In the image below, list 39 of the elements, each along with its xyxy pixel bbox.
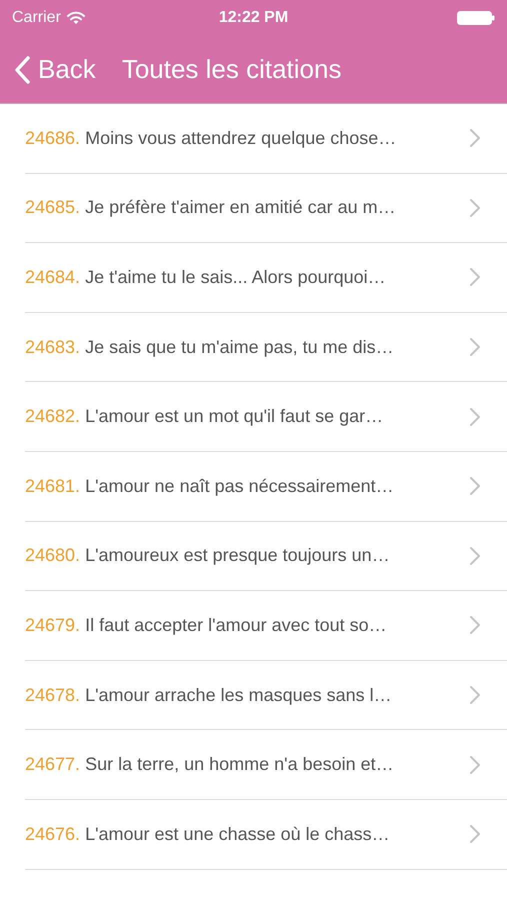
- quote-row[interactable]: 24678. L'amour arrache les masques sans l…: [25, 660, 507, 730]
- quote-row[interactable]: 24681. L'amour ne naît pas nécessairement…: [25, 452, 507, 522]
- chevron-icon: [469, 476, 481, 496]
- chevron-icon: [469, 337, 481, 358]
- chevron-icon: [469, 267, 481, 288]
- quote-row[interactable]: 24680. L'amoureux est presque toujours un…: [25, 522, 507, 592]
- quote-text: 24683. Je sais que tu m'aime pas, tu me dis…: [25, 336, 395, 358]
- chevron-icon: [469, 198, 481, 218]
- chevron-icon: [469, 754, 481, 775]
- quote-text: 24684. Je t'aime tu le sais... Alors pourquoi…: [25, 266, 387, 288]
- quote-row[interactable]: 24677. Sur la terre, un homme n'a besoin et…: [25, 730, 507, 800]
- chevron-icon: [469, 128, 481, 148]
- quote-text: 24680. L'amoureux est presque toujours un…: [25, 545, 391, 566]
- quote-row[interactable]: 24679. Il faut accepter l'amour avec tout so…: [25, 591, 507, 661]
- chevron-icon: [469, 685, 481, 706]
- quote-row[interactable]: 24686. Moins vous attendrez quelque chose…: [25, 104, 507, 174]
- chevron-icon: [469, 615, 481, 636]
- quote-row[interactable]: 24685. Je préfère t'aimer en amitié car au m…: [25, 174, 507, 244]
- quote-row[interactable]: 24682. L'amour est un mot qu'il faut se gar…: [25, 382, 507, 452]
- quote-text: 24682. L'amour est un mot qu'il faut se gar…: [25, 406, 384, 428]
- quote-row[interactable]: 24683. Je sais que tu m'aime pas, tu me dis…: [25, 312, 507, 382]
- quote-row[interactable]: 24684. Je t'aime tu le sais... Alors pourquoi…: [25, 243, 507, 313]
- carrier-label: Carrier: [12, 9, 61, 27]
- chevron-left-icon: [14, 56, 30, 84]
- quote-text: 24681. L'amour ne naît pas nécessairement…: [25, 476, 395, 497]
- quote-text: 24677. Sur la terre, un homme n'a besoin et…: [25, 754, 395, 776]
- wifi-icon: [66, 11, 85, 25]
- quote-text: 24685. Je préfère t'aimer en amitié car au m…: [25, 197, 397, 218]
- screen-title: Toutes les citations: [122, 54, 342, 85]
- status-time: 12:22 PM: [218, 9, 288, 27]
- quote-text: 24686. Moins vous attendrez quelque chose…: [25, 128, 398, 149]
- chevron-icon: [469, 546, 481, 566]
- chevron-icon: [469, 824, 481, 844]
- quote-text: 24679. Il faut accepter l'amour avec tout so…: [25, 614, 388, 636]
- quote-text: 24678. L'amour arrache les masques sans l…: [25, 684, 393, 706]
- battery-icon: [457, 11, 495, 25]
- chevron-icon: [469, 406, 481, 427]
- quote-row[interactable]: 24676. L'amour est une chasse où le chass…: [25, 800, 507, 870]
- quote-text: 24676. L'amour est une chasse où le chass…: [25, 824, 391, 845]
